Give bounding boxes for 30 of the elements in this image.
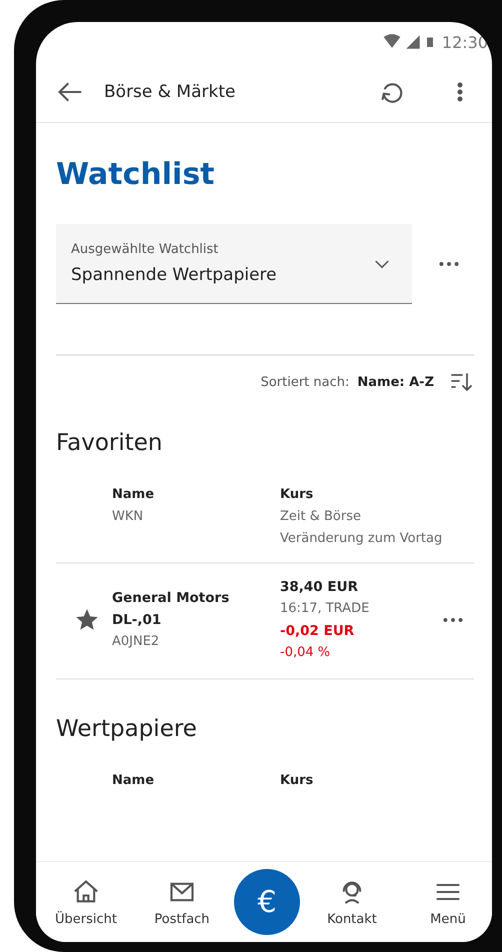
nav-tab[interactable]: Menü	[430, 912, 466, 926]
dropdown-value: Spannende Wertpapiere	[71, 265, 278, 285]
column-header[interactable]: Name	[112, 770, 280, 792]
signal-icon	[404, 33, 422, 51]
column-header[interactable]: Zeit & Börse	[280, 506, 442, 528]
nav-tab[interactable]: Übersicht	[55, 912, 117, 926]
page-title: Watchlist	[56, 157, 216, 192]
security-wkn: A0JNE2	[112, 633, 160, 651]
app-bar-title: Börse & Märkte	[104, 82, 236, 102]
column-header[interactable]: WKN	[112, 506, 280, 528]
home-icon[interactable]	[72, 878, 100, 906]
euro-button[interactable]: €	[234, 869, 300, 935]
change-percent: -0,04 %	[280, 644, 332, 662]
section-title: Wertpapiere	[56, 716, 198, 742]
sort-value[interactable]: Name: A-Z	[357, 374, 434, 390]
column-header[interactable]: Kurs	[280, 484, 442, 506]
security-name[interactable]: General Motors DL-,01	[112, 587, 242, 631]
nav-tab[interactable]: Kontakt	[327, 912, 377, 926]
column-header[interactable]: Name	[112, 484, 280, 506]
column-header[interactable]: Veränderung zum Vortag	[280, 528, 442, 550]
time-exchange: 16:17, TRADE	[280, 600, 370, 618]
sort-label: Sortiert nach:	[260, 374, 350, 390]
column-header[interactable]: Kurs	[280, 770, 314, 792]
section-title: Favoriten	[56, 430, 164, 456]
nav-tab[interactable]: Postfach	[154, 912, 210, 926]
sort-icon[interactable]	[450, 370, 474, 394]
price: 38,40 EUR	[280, 578, 359, 597]
dropdown-label: Ausgewählte Watchlist	[71, 242, 220, 257]
watchlist-dropdown[interactable]: Ausgewählte Watchlist Spannende Wertpapiere	[56, 224, 412, 304]
change-amount: -0,02 EUR	[280, 622, 356, 641]
